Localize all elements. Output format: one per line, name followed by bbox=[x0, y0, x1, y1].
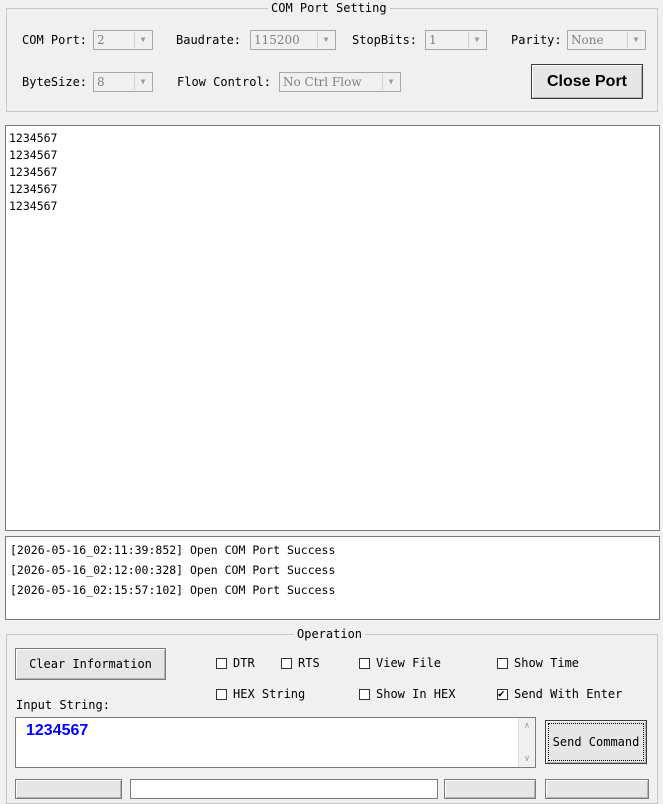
baudrate-select[interactable]: 115200 ▼ bbox=[250, 30, 336, 50]
show-time-checkbox[interactable]: Show Time bbox=[497, 656, 579, 672]
rts-checkbox[interactable]: RTS bbox=[281, 656, 320, 672]
flow-control-value: No Ctrl Flow bbox=[283, 75, 362, 89]
flow-control-select[interactable]: No Ctrl Flow ▼ bbox=[279, 72, 401, 92]
chevron-down-icon[interactable]: ▼ bbox=[382, 74, 399, 90]
receive-line: 1234567 bbox=[9, 165, 58, 179]
chevron-down-icon[interactable]: ▼ bbox=[468, 32, 485, 48]
hex-string-label: HEX String bbox=[233, 687, 306, 701]
checkbox-box[interactable] bbox=[216, 658, 227, 669]
view-file-checkbox[interactable]: View File bbox=[359, 656, 441, 672]
hex-string-checkbox[interactable]: HEX String bbox=[216, 687, 305, 703]
parity-label: Parity: bbox=[511, 33, 562, 47]
show-time-label: Show Time bbox=[514, 656, 580, 670]
receive-textarea[interactable]: 1234567 1234567 1234567 1234567 1234567 bbox=[5, 125, 660, 531]
show-in-hex-checkbox[interactable]: Show In HEX bbox=[359, 687, 455, 703]
receive-line: 1234567 bbox=[9, 182, 58, 196]
checkmark-icon: ✔ bbox=[498, 687, 505, 700]
checkbox-box[interactable] bbox=[216, 689, 227, 700]
scroll-down-arrow-icon[interactable]: ∨ bbox=[519, 754, 535, 764]
checkbox-box[interactable] bbox=[359, 689, 370, 700]
send-command-button[interactable]: Send Command bbox=[545, 720, 647, 764]
send-with-enter-label: Send With Enter bbox=[514, 687, 623, 701]
close-port-button[interactable]: Close Port bbox=[531, 64, 643, 99]
parity-select[interactable]: None ▼ bbox=[567, 30, 646, 50]
byte-size-value: 8 bbox=[97, 75, 105, 89]
input-scrollbar[interactable]: ∧ ∨ bbox=[518, 718, 535, 767]
stop-bits-label: StopBits: bbox=[352, 33, 418, 47]
com-port-value: 2 bbox=[97, 33, 105, 47]
flow-control-label: Flow Control: bbox=[177, 75, 271, 89]
byte-size-label: ByteSize: bbox=[22, 75, 88, 89]
log-line: [2026-05-16_02:11:39:852] Open COM Port … bbox=[10, 543, 336, 557]
send-with-enter-checkbox[interactable]: ✔ Send With Enter bbox=[497, 687, 622, 703]
receive-line: 1234567 bbox=[9, 148, 58, 162]
bottom-middle-button[interactable] bbox=[444, 779, 536, 799]
input-string-label: Input String: bbox=[16, 698, 110, 712]
view-file-label: View File bbox=[376, 656, 442, 670]
com-port-setting-title: COM Port Setting bbox=[268, 1, 390, 15]
rts-label: RTS bbox=[298, 656, 320, 670]
receive-line: 1234567 bbox=[9, 131, 58, 145]
baudrate-value: 115200 bbox=[254, 33, 300, 47]
chevron-down-icon[interactable]: ▼ bbox=[134, 32, 151, 48]
input-string-field[interactable]: 1234567 ∧ ∨ bbox=[15, 717, 536, 768]
chevron-down-icon[interactable]: ▼ bbox=[317, 32, 334, 48]
stop-bits-select[interactable]: 1 ▼ bbox=[425, 30, 487, 50]
checkbox-box[interactable] bbox=[497, 658, 508, 669]
scroll-up-arrow-icon[interactable]: ∧ bbox=[519, 721, 535, 731]
file-path-field[interactable] bbox=[130, 779, 438, 799]
show-in-hex-label: Show In HEX bbox=[376, 687, 456, 701]
clear-information-button[interactable]: Clear Information bbox=[15, 648, 166, 680]
baudrate-label: Baudrate: bbox=[176, 33, 242, 47]
checkbox-box[interactable]: ✔ bbox=[497, 687, 508, 700]
receive-line: 1234567 bbox=[9, 199, 58, 213]
dtr-label: DTR bbox=[233, 656, 255, 670]
checkbox-box[interactable] bbox=[359, 658, 370, 669]
dtr-checkbox[interactable]: DTR bbox=[216, 656, 255, 672]
bottom-right-button[interactable] bbox=[545, 779, 649, 799]
com-port-label: COM Port: bbox=[22, 33, 88, 47]
chevron-down-icon[interactable]: ▼ bbox=[627, 32, 644, 48]
bottom-left-button[interactable] bbox=[15, 779, 122, 799]
chevron-down-icon[interactable]: ▼ bbox=[134, 74, 151, 90]
com-port-select[interactable]: 2 ▼ bbox=[93, 30, 153, 50]
log-textarea[interactable]: [2026-05-16_02:11:39:852] Open COM Port … bbox=[5, 536, 660, 620]
checkbox-box[interactable] bbox=[281, 658, 292, 669]
log-line: [2026-05-16_02:15:57:102] Open COM Port … bbox=[10, 583, 336, 597]
input-string-value: 1234567 bbox=[26, 722, 89, 739]
parity-value: None bbox=[571, 33, 604, 47]
operation-title: Operation bbox=[294, 627, 366, 641]
byte-size-select[interactable]: 8 ▼ bbox=[93, 72, 153, 92]
stop-bits-value: 1 bbox=[429, 33, 437, 47]
log-line: [2026-05-16_02:12:00:328] Open COM Port … bbox=[10, 563, 336, 577]
